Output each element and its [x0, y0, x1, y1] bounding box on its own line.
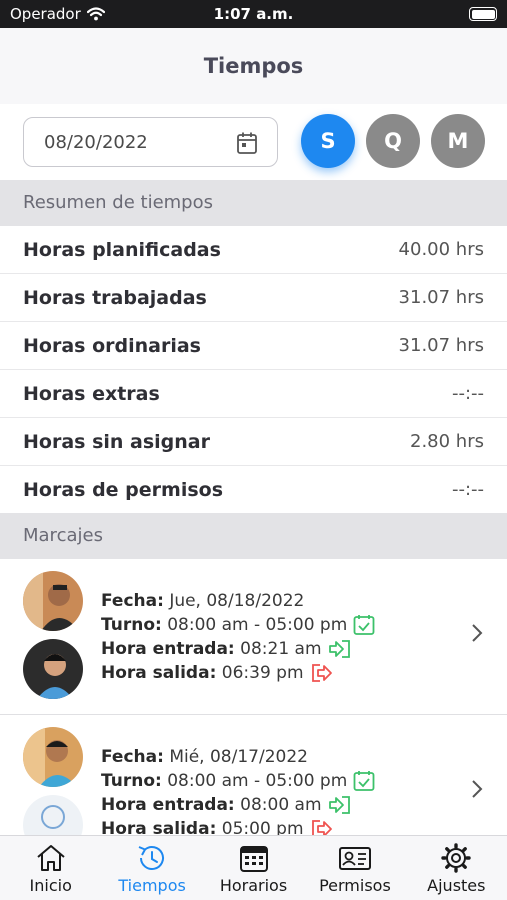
entrada-value: 08:00 am	[240, 795, 322, 815]
salida-label: Hora salida:	[101, 819, 217, 835]
summary-section-header: Resumen de tiempos	[0, 180, 507, 226]
period-button-semanal[interactable]: S	[301, 114, 355, 168]
turno-label: Turno:	[101, 771, 162, 791]
chevron-right-icon	[472, 780, 483, 798]
tab-ajustes[interactable]: Ajustes	[406, 836, 507, 900]
status-bar: Operador 1:07 a.m.	[0, 0, 507, 28]
nav-bar: Tiempos	[0, 28, 507, 104]
fecha-label: Fecha:	[101, 747, 164, 767]
exit-icon	[311, 664, 332, 682]
tab-label: Tiempos	[118, 876, 186, 895]
tab-permisos[interactable]: Permisos	[304, 836, 405, 900]
salida-value: 05:00 pm	[221, 819, 304, 835]
summary-value: --:--	[451, 383, 484, 404]
salida-value: 06:39 pm	[221, 663, 304, 683]
summary-label: Horas trabajadas	[23, 286, 207, 309]
battery-icon	[469, 7, 497, 21]
summary-label: Horas de permisos	[23, 478, 224, 501]
turno-value: 08:00 am - 05:00 pm	[167, 771, 348, 791]
marcajes-section-header: Marcajes	[0, 513, 507, 559]
turno-value: 08:00 am - 05:00 pm	[167, 615, 348, 635]
summary-row-trabajadas: Horas trabajadas 31.07 hrs	[0, 274, 507, 322]
id-card-icon	[338, 847, 371, 870]
tab-label: Horarios	[219, 876, 288, 895]
calendar-icon	[239, 846, 268, 872]
avatar	[23, 639, 83, 699]
marcaje-card[interactable]: Fecha: Mié, 08/17/2022 Turno: 08:00 am -…	[0, 715, 507, 835]
tab-label: Permisos	[319, 876, 391, 895]
summary-label: Horas ordinarias	[23, 334, 201, 357]
exit-icon	[311, 820, 332, 835]
summary-row-ordinarias: Horas ordinarias 31.07 hrs	[0, 322, 507, 370]
tab-bar: Inicio Tiempos Horarios Permisos Ajustes	[0, 835, 507, 900]
calendar-icon	[237, 132, 257, 154]
tab-tiempos[interactable]: Tiempos	[101, 836, 202, 900]
marcaje-info: Fecha: Jue, 08/18/2022 Turno: 08:00 am -…	[101, 589, 375, 685]
tab-inicio[interactable]: Inicio	[0, 836, 101, 900]
summary-value: --:--	[451, 479, 484, 500]
summary-row-extras: Horas extras --:--	[0, 370, 507, 418]
home-icon	[37, 845, 65, 871]
summary-value: 40.00 hrs	[398, 239, 484, 260]
summary-value: 31.07 hrs	[398, 287, 484, 308]
salida-label: Hora salida:	[101, 663, 217, 683]
entrada-value: 08:21 am	[240, 639, 322, 659]
marcaje-card[interactable]: Fecha: Jue, 08/18/2022 Turno: 08:00 am -…	[0, 559, 507, 715]
calendar-check-icon	[353, 615, 375, 635]
filter-bar: 08/20/2022 S Q M	[0, 104, 507, 180]
summary-value: 2.80 hrs	[410, 431, 484, 452]
entry-icon	[328, 796, 350, 814]
entrada-label: Hora entrada:	[101, 795, 235, 815]
date-field[interactable]: 08/20/2022	[23, 117, 278, 167]
tab-label: Ajustes	[427, 876, 486, 895]
period-button-mensual[interactable]: M	[431, 114, 485, 168]
summary-row-permisos: Horas de permisos --:--	[0, 466, 507, 514]
tab-label: Inicio	[29, 876, 72, 895]
page-title: Tiempos	[203, 54, 304, 78]
date-value: 08/20/2022	[44, 132, 148, 153]
gear-icon	[441, 843, 472, 873]
avatar-placeholder	[23, 795, 83, 835]
fecha-value: Mié, 08/17/2022	[169, 747, 308, 767]
chevron-right-icon	[472, 624, 483, 642]
turno-label: Turno:	[101, 615, 162, 635]
marcajes-list: Fecha: Jue, 08/18/2022 Turno: 08:00 am -…	[0, 559, 507, 835]
period-button-quincenal[interactable]: Q	[366, 114, 420, 168]
entry-icon	[328, 640, 350, 658]
tab-horarios[interactable]: Horarios	[203, 836, 304, 900]
calendar-check-icon	[353, 771, 375, 791]
summary-row-sin-asignar: Horas sin asignar 2.80 hrs	[0, 418, 507, 466]
summary-label: Horas sin asignar	[23, 430, 210, 453]
summary-label: Horas extras	[23, 382, 160, 405]
summary-list: Horas planificadas 40.00 hrs Horas traba…	[0, 226, 507, 514]
summary-label: Horas planificadas	[23, 238, 221, 261]
entrada-label: Hora entrada:	[101, 639, 235, 659]
summary-value: 31.07 hrs	[398, 335, 484, 356]
avatar	[23, 571, 83, 631]
summary-row-planificadas: Horas planificadas 40.00 hrs	[0, 226, 507, 274]
status-time: 1:07 a.m.	[213, 5, 294, 23]
fecha-label: Fecha:	[101, 591, 164, 611]
marcaje-info: Fecha: Mié, 08/17/2022 Turno: 08:00 am -…	[101, 745, 375, 835]
avatar	[23, 727, 83, 787]
fecha-value: Jue, 08/18/2022	[169, 591, 305, 611]
history-icon	[138, 846, 165, 870]
